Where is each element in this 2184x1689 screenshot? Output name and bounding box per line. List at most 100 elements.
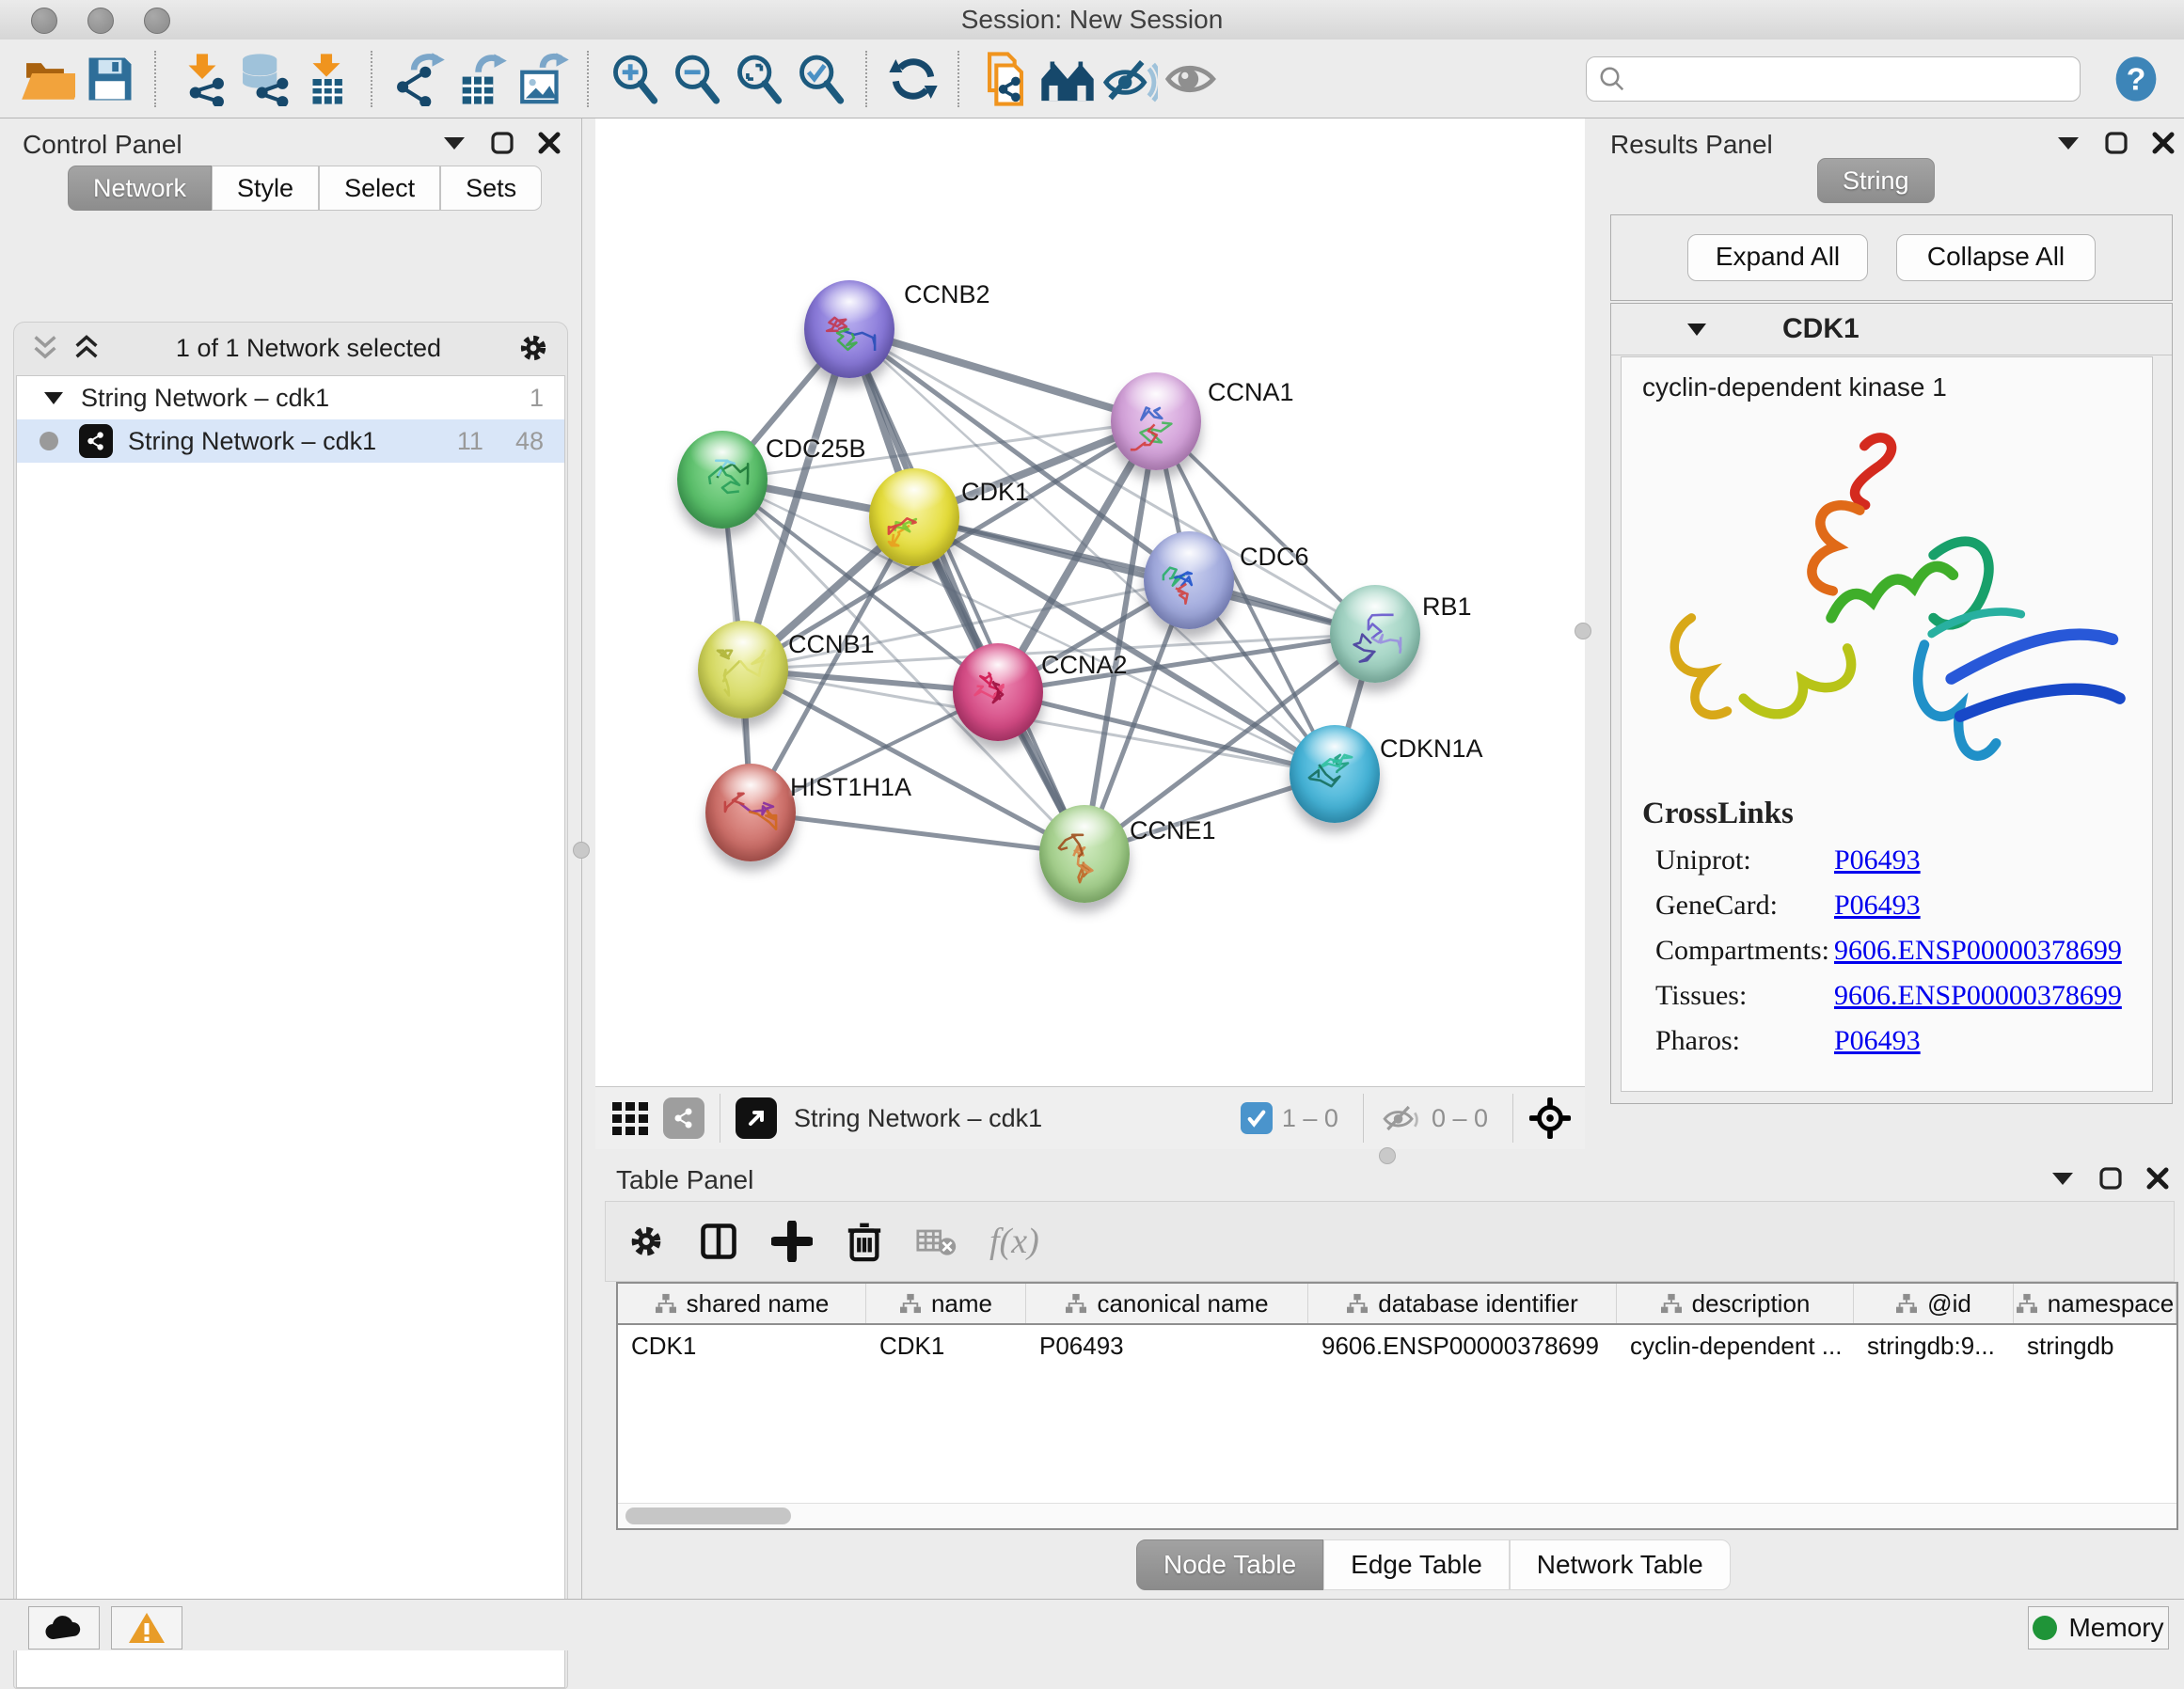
create-column-icon[interactable] xyxy=(771,1221,813,1262)
network-node-rb1[interactable] xyxy=(1330,585,1420,683)
tab-style[interactable]: Style xyxy=(212,166,319,211)
float-panel-icon[interactable] xyxy=(2056,134,2081,151)
column-header-namespace[interactable]: namespace xyxy=(2014,1284,2176,1323)
crosslink-link[interactable]: 9606.ENSP00000378699 xyxy=(1834,980,2122,1012)
network-edge[interactable] xyxy=(751,813,1084,854)
tab-string[interactable]: String xyxy=(1817,158,1935,203)
birds-eye-view-icon[interactable] xyxy=(1528,1097,1572,1140)
table-cell[interactable]: 9606.ENSP00000378699 xyxy=(1308,1332,1617,1361)
close-window-icon[interactable] xyxy=(31,8,57,34)
help-icon[interactable]: ? xyxy=(2105,48,2167,110)
column-header-description[interactable]: description xyxy=(1617,1284,1854,1323)
crosslink-link[interactable]: 9606.ENSP00000378699 xyxy=(1834,935,2122,967)
float-panel-icon[interactable] xyxy=(442,134,467,151)
crosslink-link[interactable]: P06493 xyxy=(1834,844,1921,876)
maximize-panel-icon[interactable] xyxy=(491,132,514,154)
collapse-all-icon[interactable] xyxy=(31,335,59,361)
network-node-ccne1[interactable] xyxy=(1039,805,1130,903)
minimize-window-icon[interactable] xyxy=(87,8,114,34)
network-collection-row[interactable]: String Network – cdk1 1 xyxy=(17,376,564,419)
zoom-out-icon[interactable] xyxy=(666,48,728,110)
table-cell[interactable]: stringdb:9... xyxy=(1854,1332,2014,1361)
save-session-icon[interactable] xyxy=(79,48,141,110)
tab-select[interactable]: Select xyxy=(319,166,440,211)
collapse-all-button[interactable]: Collapse All xyxy=(1896,234,2096,281)
column-header-database-identifier[interactable]: database identifier xyxy=(1308,1284,1617,1323)
zoom-fit-icon[interactable] xyxy=(728,48,790,110)
export-table-icon[interactable] xyxy=(450,48,512,110)
memory-button[interactable]: Memory xyxy=(2028,1606,2169,1650)
network-canvas[interactable]: CCNB2CCNA1CDC25BCDK1CDC6RB1CCNB1CCNA2CDK… xyxy=(595,118,1585,1086)
column-header-shared-name[interactable]: shared name xyxy=(618,1284,866,1323)
duplicate-network-icon[interactable] xyxy=(974,48,1037,110)
maximize-panel-icon[interactable] xyxy=(2105,132,2128,154)
network-row[interactable]: String Network – cdk1 11 48 xyxy=(17,419,564,463)
export-network-icon[interactable] xyxy=(388,48,450,110)
show-grid-icon[interactable] xyxy=(609,1097,652,1140)
table-cell[interactable]: stringdb xyxy=(2014,1332,2176,1361)
show-columns-icon[interactable] xyxy=(698,1221,739,1262)
tab-network[interactable]: Network xyxy=(68,166,212,211)
import-network-from-file-icon[interactable] xyxy=(171,48,233,110)
delete-column-icon[interactable] xyxy=(845,1220,884,1263)
zoom-selected-icon[interactable] xyxy=(790,48,852,110)
network-share-icon[interactable] xyxy=(663,1097,704,1139)
expand-all-button[interactable]: Expand All xyxy=(1687,234,1868,281)
network-node-cdkn1a[interactable] xyxy=(1290,725,1380,823)
network-node-ccna1[interactable] xyxy=(1111,372,1201,470)
table-horizontal-scrollbar[interactable] xyxy=(618,1503,2176,1528)
refresh-icon[interactable] xyxy=(882,48,944,110)
open-session-icon[interactable] xyxy=(17,48,79,110)
import-network-from-database-icon[interactable] xyxy=(233,48,295,110)
maximize-panel-icon[interactable] xyxy=(2099,1167,2122,1190)
hide-selected-icon[interactable] xyxy=(1099,48,1161,110)
tab-sets[interactable]: Sets xyxy=(440,166,542,211)
tab-node-table[interactable]: Node Table xyxy=(1136,1539,1323,1590)
network-node-ccnb1[interactable] xyxy=(698,621,788,718)
left-splitter-handle[interactable] xyxy=(573,842,590,859)
export-image-icon[interactable] xyxy=(512,48,574,110)
network-node-hist1h1a[interactable] xyxy=(705,764,796,861)
right-splitter-handle[interactable] xyxy=(1575,623,1591,639)
import-table-from-file-icon[interactable] xyxy=(295,48,357,110)
results-buttons-box: Expand All Collapse All xyxy=(1610,214,2173,301)
tree-expander-icon[interactable] xyxy=(43,390,64,405)
column-header-name[interactable]: name xyxy=(866,1284,1026,1323)
table-cell[interactable]: P06493 xyxy=(1026,1332,1308,1361)
tab-network-table[interactable]: Network Table xyxy=(1510,1539,1731,1590)
table-cell[interactable]: CDK1 xyxy=(618,1332,866,1361)
search-box[interactable] xyxy=(1586,56,2081,102)
zoom-window-icon[interactable] xyxy=(144,8,170,34)
close-panel-icon[interactable] xyxy=(538,132,561,154)
collapse-section-icon[interactable] xyxy=(1686,322,1707,337)
zoom-in-icon[interactable] xyxy=(604,48,666,110)
float-panel-icon[interactable] xyxy=(2050,1170,2075,1187)
network-edge[interactable] xyxy=(849,329,1156,421)
network-node-cdc6[interactable] xyxy=(1144,531,1234,629)
crosslink-link[interactable]: P06493 xyxy=(1834,890,1921,922)
cloud-button[interactable] xyxy=(28,1606,100,1650)
expand-all-icon[interactable] xyxy=(72,335,101,361)
selected-checkbox-icon[interactable] xyxy=(1241,1102,1273,1134)
close-panel-icon[interactable] xyxy=(2152,132,2175,154)
warnings-button[interactable] xyxy=(111,1606,182,1650)
search-input[interactable] xyxy=(1626,63,2034,94)
table-cell[interactable]: cyclin-dependent ... xyxy=(1617,1332,1854,1361)
network-node-cdk1[interactable] xyxy=(869,468,959,566)
network-node-ccnb2[interactable] xyxy=(804,280,894,378)
detach-view-icon[interactable] xyxy=(736,1097,777,1139)
network-node-cdc25b[interactable] xyxy=(677,431,768,529)
network-node-ccna2[interactable] xyxy=(953,643,1043,741)
show-all-icon[interactable] xyxy=(1161,48,1223,110)
column-header-canonical-name[interactable]: canonical name xyxy=(1026,1284,1308,1323)
crosslink-link[interactable]: P06493 xyxy=(1834,1025,1921,1057)
table-cell[interactable]: CDK1 xyxy=(866,1332,1026,1361)
first-neighbors-icon[interactable] xyxy=(1037,48,1099,110)
table-settings-gear-icon[interactable] xyxy=(626,1222,666,1261)
column-header--id[interactable]: @id xyxy=(1854,1284,2014,1323)
scrollbar-thumb[interactable] xyxy=(625,1507,791,1524)
table-data-row[interactable]: CDK1CDK1P064939606.ENSP00000378699cyclin… xyxy=(618,1325,2176,1366)
tab-edge-table[interactable]: Edge Table xyxy=(1323,1539,1510,1590)
close-panel-icon[interactable] xyxy=(2146,1167,2169,1190)
network-options-gear-icon[interactable] xyxy=(516,331,550,365)
